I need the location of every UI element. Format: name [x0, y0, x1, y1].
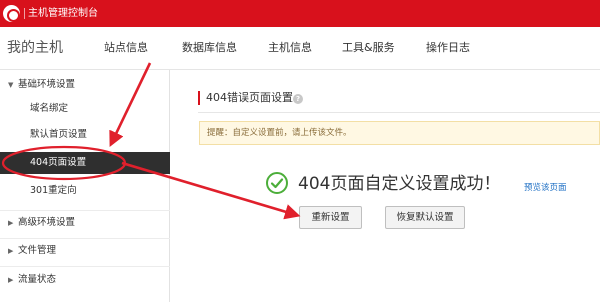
sidebar-group-traffic-status[interactable]: ▶ 流量状态: [0, 269, 170, 291]
main-nav: 我的主机 站点信息 数据库信息 主机信息 工具&服务 操作日志: [0, 27, 600, 70]
sidebar-group-label: 基础环境设置: [18, 79, 76, 90]
brand-logo-icon: [3, 5, 20, 22]
sidebar-group-advanced-env[interactable]: ▶ 高级环境设置: [0, 212, 170, 234]
reset-button[interactable]: 重新设置: [299, 206, 362, 229]
top-bar: 主机管理控制台: [0, 0, 600, 27]
sidebar-divider: [0, 266, 170, 267]
nav-host-info[interactable]: 主机信息: [268, 41, 312, 55]
section-title-accent: [198, 91, 200, 105]
nav-tools-services[interactable]: 工具&服务: [342, 41, 395, 55]
nav-database-info[interactable]: 数据库信息: [182, 41, 237, 55]
sidebar-group-file-management[interactable]: ▶ 文件管理: [0, 240, 170, 262]
restore-default-button[interactable]: 恢复默认设置: [385, 206, 465, 229]
app-title: 主机管理控制台: [28, 8, 98, 19]
sidebar-group-label: 高级环境设置: [18, 217, 76, 228]
section-title: 404错误页面设置: [206, 91, 293, 104]
topbar-divider: [24, 8, 25, 19]
sidebar-item-404-page[interactable]: 404页面设置: [0, 152, 170, 174]
sidebar-item-default-homepage[interactable]: 默认首页设置: [0, 124, 170, 146]
sidebar: ▼ 基础环境设置 域名绑定 默认首页设置 404页面设置 301重定向 ▶ 高级…: [0, 70, 170, 302]
nav-operation-log[interactable]: 操作日志: [426, 41, 470, 55]
sidebar-item-301-redirect[interactable]: 301重定向: [0, 180, 170, 202]
success-message: 404页面自定义设置成功！: [298, 174, 501, 194]
preview-page-link[interactable]: 预览该页面: [524, 183, 567, 194]
caret-down-icon: ▼: [8, 81, 14, 89]
caret-right-icon: ▶: [8, 247, 14, 255]
caret-right-icon: ▶: [8, 276, 14, 284]
sidebar-group-label: 文件管理: [18, 245, 57, 256]
brand-label[interactable]: 我的主机: [7, 39, 63, 57]
nav-site-info[interactable]: 站点信息: [104, 41, 148, 55]
notice-banner: 提醒：自定义设置前，请上传该文件。: [199, 121, 600, 145]
sidebar-item-domain-binding[interactable]: 域名绑定: [0, 98, 170, 120]
sidebar-group-basic-env[interactable]: ▼ 基础环境设置: [0, 74, 170, 96]
sidebar-divider: [0, 210, 170, 211]
caret-right-icon: ▶: [8, 219, 14, 227]
section-divider: [198, 112, 600, 113]
check-circle-icon: [266, 172, 288, 194]
sidebar-divider: [0, 238, 170, 239]
sidebar-group-label: 流量状态: [18, 274, 57, 285]
question-circle-icon[interactable]: ?: [293, 94, 303, 104]
